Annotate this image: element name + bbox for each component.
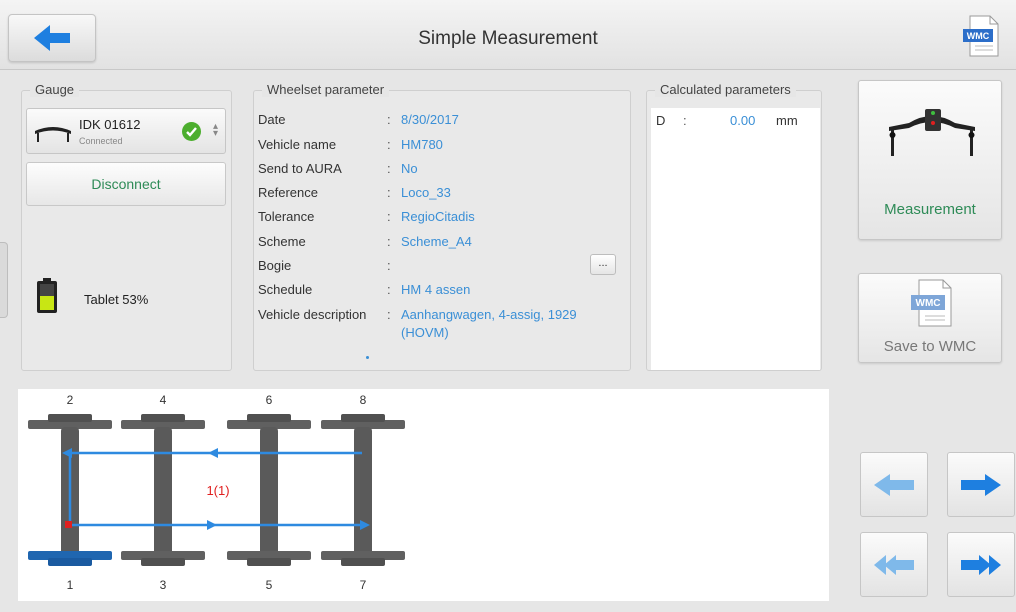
first-button[interactable]	[860, 532, 928, 597]
param-value-vehicle-name: HM780	[401, 137, 443, 152]
calc-param-unit: mm	[776, 113, 798, 128]
param-value-send-to-aura: No	[401, 161, 418, 176]
measurement-label: Measurement	[884, 201, 976, 218]
axle	[227, 414, 311, 566]
calc-colon: :	[683, 113, 687, 128]
disconnect-button[interactable]: Disconnect	[26, 162, 226, 206]
axle	[121, 414, 205, 566]
wheelset-diagram: 2 4 6 8 1(1) 1 3 5 7	[18, 389, 829, 601]
param-colon: :	[387, 209, 391, 224]
param-colon: :	[387, 137, 391, 152]
arrow-right-icon	[961, 473, 1001, 496]
battery-level-label: Tablet 53%	[84, 292, 149, 307]
page-title: Simple Measurement	[418, 28, 598, 49]
calc-param-name: D	[656, 113, 666, 128]
double-arrow-left-icon	[874, 554, 914, 575]
selector-updown-icon: ▴ ▾	[213, 121, 219, 139]
param-value-scheme: Scheme_A4	[401, 234, 472, 249]
wheel-number-bottom: 1	[67, 578, 74, 592]
previous-button[interactable]	[860, 452, 928, 517]
param-colon: :	[387, 307, 391, 322]
param-label-date: Date	[258, 112, 286, 127]
param-colon: :	[387, 258, 391, 273]
param-value-reference: Loco_33	[401, 185, 451, 200]
wheel-number-bottom: 3	[160, 578, 167, 592]
header-bar: Simple Measurement WMC	[0, 0, 1016, 70]
scroll-indicator	[366, 356, 369, 359]
wmc-icon-text: WMC	[967, 31, 990, 41]
param-label-send-to-aura: Send to AURA	[258, 161, 342, 176]
save-to-wmc-button[interactable]: WMC Save to WMC	[858, 273, 1002, 363]
param-value-date: 8/30/2017	[401, 112, 459, 127]
bogie-select-button[interactable]: ...	[590, 254, 616, 275]
param-label-schedule: Schedule	[258, 282, 313, 297]
gauge-device-name: IDK 01612	[79, 117, 141, 132]
wheelset-legend: Wheelset parameter	[262, 82, 390, 97]
param-label-bogie: Bogie	[258, 258, 292, 273]
battery-icon	[36, 278, 58, 314]
param-label-vehicle-name: Vehicle name	[258, 137, 337, 152]
param-colon: :	[387, 234, 391, 249]
arrow-left-icon	[874, 473, 914, 496]
param-value-schedule: HM 4 assen	[401, 282, 471, 297]
measurement-label: 1(1)	[206, 483, 229, 498]
param-value-vehicle-description-line2: (HOVM)	[401, 325, 449, 340]
param-colon: :	[387, 185, 391, 200]
param-value-vehicle-description: Aanhangwagen, 4-assig, 1929	[401, 307, 577, 322]
axles-diagram: 2 4 6 8 1(1) 1 3 5 7	[28, 393, 405, 592]
start-marker	[65, 521, 72, 528]
wheel-number-bottom: 5	[266, 578, 273, 592]
gauge-device-icon	[889, 109, 975, 156]
save-to-wmc-label: Save to WMC	[883, 338, 977, 355]
calculated-legend: Calculated parameters	[655, 82, 796, 97]
wheel-number-top: 8	[360, 393, 367, 407]
wheel-number-top: 6	[266, 393, 273, 407]
param-label-vehicle-description: Vehicle description	[258, 307, 367, 322]
gauge-device-icon	[35, 127, 71, 142]
calc-param-value: 0.00	[730, 113, 756, 128]
param-colon: :	[387, 161, 391, 176]
axle	[321, 414, 405, 566]
wmc-file-button[interactable]: WMC	[962, 14, 1002, 58]
wmc-icon-text: WMC	[916, 298, 941, 309]
param-value-tolerance: RegioCitadis	[401, 209, 475, 224]
param-label-reference: Reference	[258, 185, 318, 200]
wmc-file-icon: WMC	[911, 279, 952, 327]
gauge-connection-status: Connected	[79, 136, 123, 146]
measurement-button[interactable]: Measurement	[858, 80, 1002, 240]
side-drawer-handle[interactable]	[0, 242, 8, 318]
gauge-selector[interactable]: IDK 01612 Connected ▴ ▾	[26, 108, 226, 154]
last-button[interactable]	[947, 532, 1015, 597]
param-label-scheme: Scheme	[258, 234, 306, 249]
calculated-list	[651, 108, 820, 370]
connected-check-icon	[182, 122, 201, 141]
param-colon: :	[387, 112, 391, 127]
wheel-number-top: 4	[160, 393, 167, 407]
param-label-tolerance: Tolerance	[258, 209, 315, 224]
wheel-number-bottom: 7	[360, 578, 367, 592]
wheel-number-top: 2	[67, 393, 74, 407]
gauge-legend: Gauge	[30, 82, 80, 97]
wmc-file-icon: WMC	[963, 15, 999, 57]
next-button[interactable]	[947, 452, 1015, 517]
double-arrow-right-icon	[961, 554, 1001, 575]
param-colon: :	[387, 282, 391, 297]
